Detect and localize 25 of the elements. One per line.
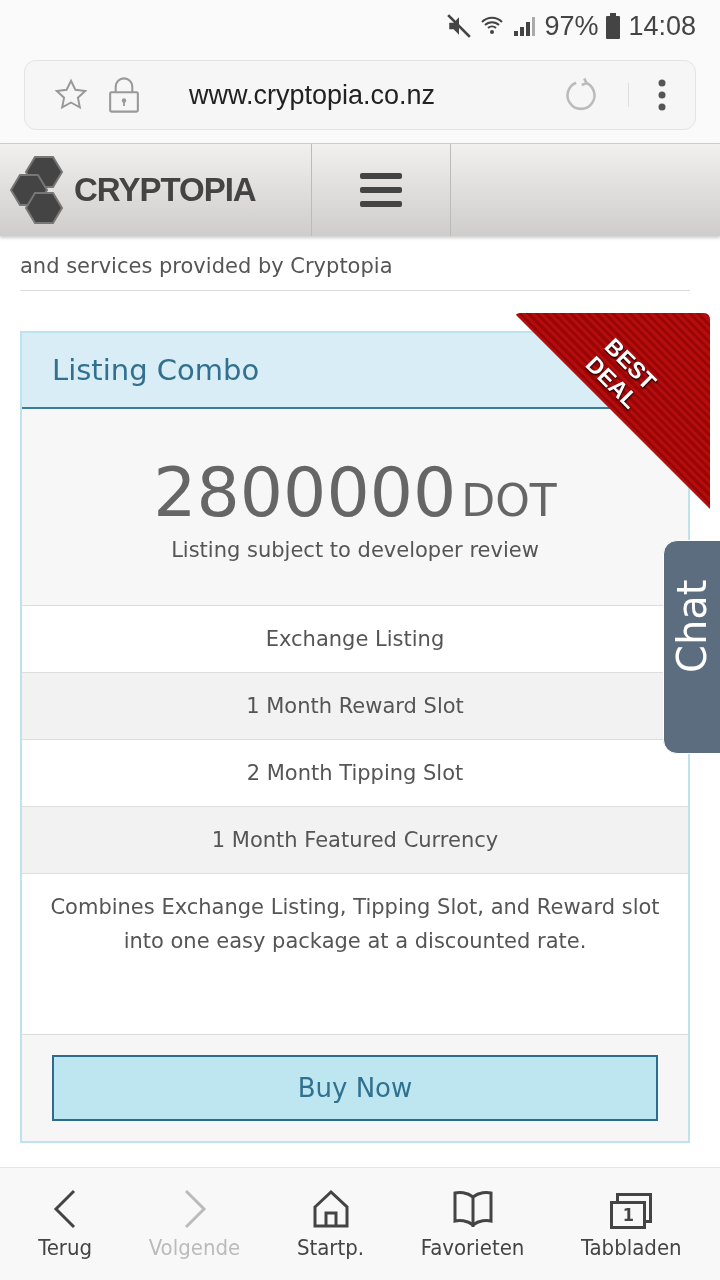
- book-icon: [452, 1188, 493, 1229]
- nav-button[interactable]: Favorieten: [416, 1168, 529, 1280]
- mute-icon: [446, 13, 473, 39]
- lock-icon: [107, 77, 141, 113]
- battery-icon: [606, 13, 621, 39]
- signal-icon: [512, 14, 537, 38]
- battery-percentage: 97%: [544, 10, 599, 42]
- description-text: Combines Exchange Listing, Tipping Slot, and Reward slot into one easy package at a discounted rate.: [22, 874, 688, 1035]
- url-text[interactable]: www.cryptopia.co.nz: [189, 79, 544, 111]
- home-icon: [312, 1188, 349, 1229]
- feature-row: 1 Month Featured Currency: [22, 807, 688, 874]
- price-note: Listing subject to developer review: [171, 537, 539, 562]
- menu-icon[interactable]: [360, 173, 402, 207]
- more-options-icon[interactable]: [657, 79, 667, 111]
- site-logo[interactable]: CRYPTOPIA: [0, 144, 312, 236]
- address-bar[interactable]: www.cryptopia.co.nz: [24, 60, 696, 130]
- intro-text: and services provided by Cryptopia: [20, 254, 393, 278]
- price-amount: 2800000: [153, 452, 457, 532]
- card-title: Listing Combo: [52, 353, 260, 387]
- nav-button[interactable]: Startp.: [292, 1168, 369, 1280]
- buy-now-button[interactable]: Buy Now: [52, 1055, 658, 1121]
- feature-row: 2 Month Tipping Slot: [22, 740, 688, 807]
- nav-button[interactable]: 1 Tabbladen: [577, 1168, 686, 1280]
- nav-button[interactable]: Terug: [34, 1168, 97, 1280]
- clock: 14:08: [628, 10, 696, 42]
